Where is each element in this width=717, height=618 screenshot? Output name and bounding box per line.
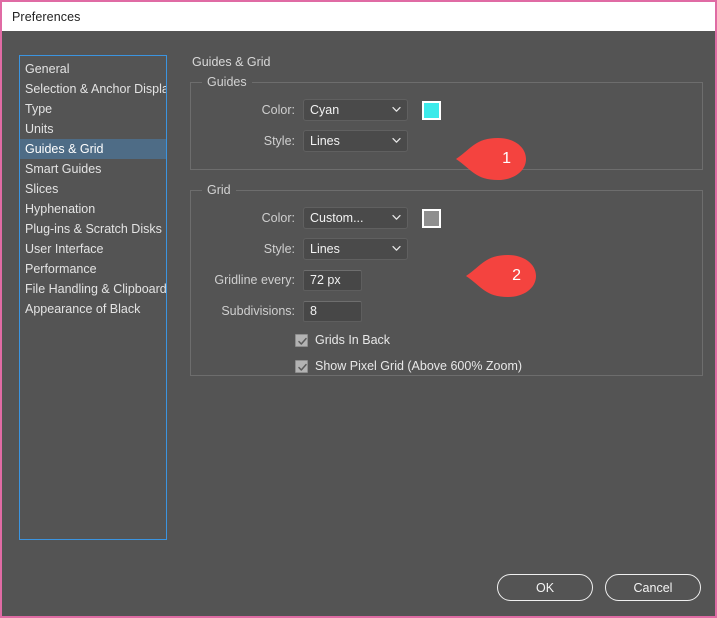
- sidebar-item-performance[interactable]: Performance: [20, 259, 166, 279]
- grid-color-value: Custom...: [310, 211, 364, 225]
- sidebar-item-smart-guides[interactable]: Smart Guides: [20, 159, 166, 179]
- sidebar-item-appearance-of-black[interactable]: Appearance of Black: [20, 299, 166, 319]
- dialog-body: General Selection & Anchor Display Type …: [2, 31, 715, 616]
- show-pixel-grid-label: Show Pixel Grid (Above 600% Zoom): [315, 359, 523, 373]
- grid-color-label: Color:: [261, 211, 295, 225]
- settings-pane: Guides & Grid Guides Color: Cyan Style:: [190, 55, 703, 396]
- chevron-down-icon: [392, 105, 401, 113]
- guides-color-value: Cyan: [310, 103, 340, 117]
- ok-button[interactable]: OK: [497, 574, 593, 601]
- guides-group: Guides Color: Cyan Style: Lines: [190, 75, 703, 170]
- guides-color-label: Color:: [261, 103, 295, 117]
- sidebar-item-guides-grid[interactable]: Guides & Grid: [20, 139, 166, 159]
- sidebar-item-slices[interactable]: Slices: [20, 179, 166, 199]
- category-list[interactable]: General Selection & Anchor Display Type …: [19, 55, 167, 540]
- grid-group: Grid Color: Custom... Style: Lines Gridl…: [190, 183, 703, 376]
- guides-style-dropdown[interactable]: Lines: [303, 130, 408, 152]
- sidebar-item-selection-anchor-display[interactable]: Selection & Anchor Display: [20, 79, 166, 99]
- grid-group-legend: Grid: [202, 183, 236, 198]
- chevron-down-icon: [392, 213, 401, 221]
- subdivisions-input[interactable]: 8: [303, 300, 362, 322]
- title-bar: Preferences: [2, 2, 715, 31]
- sidebar-item-units[interactable]: Units: [20, 119, 166, 139]
- sidebar-item-type[interactable]: Type: [20, 99, 166, 119]
- preferences-dialog: Preferences General Selection & Anchor D…: [0, 0, 717, 618]
- gridline-every-row: Gridline every: 72 px: [201, 269, 692, 291]
- show-pixel-grid-row[interactable]: Show Pixel Grid (Above 600% Zoom): [295, 357, 692, 375]
- cancel-button[interactable]: Cancel: [605, 574, 701, 601]
- grid-style-value: Lines: [310, 242, 340, 256]
- grid-color-dropdown[interactable]: Custom...: [303, 207, 408, 229]
- grid-color-swatch[interactable]: [422, 208, 441, 228]
- sidebar-item-user-interface[interactable]: User Interface: [20, 239, 166, 259]
- gridline-every-label: Gridline every:: [214, 273, 295, 287]
- guides-style-label: Style:: [263, 134, 295, 148]
- grid-style-label: Style:: [263, 242, 295, 256]
- sidebar-item-plugins-scratch-disks[interactable]: Plug-ins & Scratch Disks: [20, 219, 166, 239]
- chevron-down-icon: [392, 136, 401, 144]
- callout-number-1: 1: [502, 150, 511, 167]
- grids-in-back-checkbox[interactable]: [295, 333, 308, 347]
- guides-style-value: Lines: [310, 134, 340, 148]
- window-title: Preferences: [12, 9, 81, 24]
- callout-marker-1: 1: [454, 135, 528, 183]
- guides-style-row: Style: Lines: [201, 130, 692, 152]
- chevron-down-icon: [392, 244, 401, 252]
- callout-marker-2: 2: [464, 252, 538, 300]
- sidebar-item-file-handling-clipboard[interactable]: File Handling & Clipboard: [20, 279, 166, 299]
- dialog-footer: OK Cancel: [497, 574, 701, 601]
- page-title: Guides & Grid: [192, 55, 271, 69]
- grid-color-row: Color: Custom...: [201, 207, 692, 229]
- sidebar-item-general[interactable]: General: [20, 59, 166, 79]
- guides-color-dropdown[interactable]: Cyan: [303, 99, 408, 121]
- show-pixel-grid-checkbox[interactable]: [295, 359, 308, 373]
- guides-color-row: Color: Cyan: [201, 99, 692, 121]
- grids-in-back-label: Grids In Back: [315, 333, 391, 347]
- grid-style-row: Style: Lines: [201, 238, 692, 260]
- subdivisions-row: Subdivisions: 8: [201, 300, 692, 322]
- guides-group-legend: Guides: [202, 75, 252, 90]
- callout-number-2: 2: [512, 267, 521, 284]
- sidebar-item-hyphenation[interactable]: Hyphenation: [20, 199, 166, 219]
- subdivisions-label: Subdivisions:: [221, 304, 295, 318]
- grids-in-back-row[interactable]: Grids In Back: [295, 331, 692, 349]
- gridline-every-input[interactable]: 72 px: [303, 269, 362, 291]
- guides-color-swatch[interactable]: [422, 100, 441, 120]
- grid-style-dropdown[interactable]: Lines: [303, 238, 408, 260]
